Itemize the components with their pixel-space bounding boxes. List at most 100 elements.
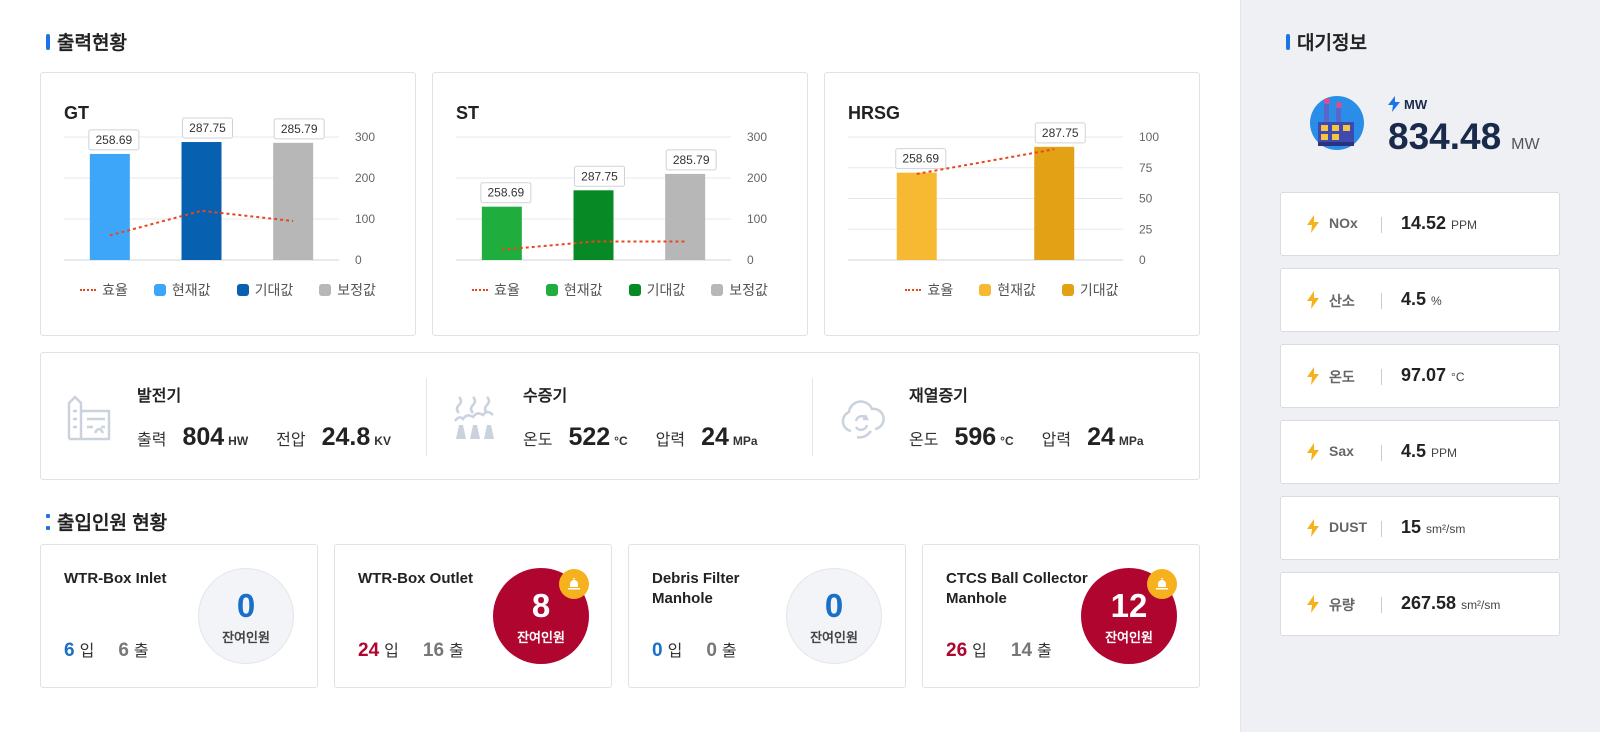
in-count: 26 (946, 640, 968, 661)
data-label: 285.79 (281, 122, 318, 136)
chart-card-gt: GT 0 100 200 300 258.69 287.75 285.79 효율 현재값 기대값… (40, 72, 416, 336)
remaining-circle: 0 잔여인원 (786, 568, 882, 664)
factory-icon (67, 395, 111, 441)
in-label: 입 (972, 643, 987, 660)
output-status-title: 출력현황 (46, 28, 127, 55)
legend-swatch (545, 284, 558, 296)
y-tick-label: 100 (1139, 130, 1159, 144)
out-count: 16 (422, 640, 445, 661)
location-name: WTR-Box Outlet (358, 570, 473, 587)
air-quality-label: 유량 (1329, 597, 1355, 613)
alarm-icon (1147, 569, 1177, 599)
value-number: 804 (182, 423, 225, 451)
value-label: 출력 (137, 432, 167, 449)
legend-label: 보정값 (729, 282, 768, 298)
data-label: 285.79 (673, 153, 710, 167)
legend-line-swatch (80, 289, 97, 291)
separator (1381, 217, 1382, 233)
legend-item: 보정값 (319, 280, 376, 300)
remaining-label: 잔여인원 (517, 629, 565, 645)
mw-label: MW (1388, 96, 1427, 112)
value-label: 온도 (523, 432, 553, 449)
separator (1381, 597, 1382, 613)
separator (1381, 445, 1382, 461)
in-out-counts: 26 입 14 출 (946, 637, 1076, 662)
in-count: 0 (652, 640, 663, 661)
legend-label: 기대값 (254, 282, 294, 298)
value-label: 압력 (655, 432, 686, 449)
remaining-circle: 0 잔여인원 (198, 568, 294, 664)
bolt-icon (1307, 367, 1319, 385)
bolt-icon (1307, 443, 1319, 461)
y-tick-label: 75 (1139, 161, 1153, 175)
out-label: 출 (449, 643, 464, 660)
legend-label: 현재값 (563, 282, 603, 298)
remaining-count: 0 (236, 586, 256, 624)
in-label: 입 (79, 643, 95, 660)
data-label: 287.75 (581, 169, 618, 183)
air-quality-unit: sm²/sm (1426, 522, 1466, 536)
air-quality-value: 4.5% (1401, 289, 1442, 310)
data-label: 287.75 (1042, 126, 1079, 140)
air-quality-unit: PPM (1431, 446, 1458, 460)
chart-legend: 효율 현재값 기대값 (825, 280, 1199, 300)
remaining-label: 잔여인원 (1105, 629, 1153, 645)
equipment-name: 재열증기 (909, 388, 968, 405)
legend-item: 기대값 (236, 280, 294, 300)
y-tick-label: 300 (747, 130, 767, 144)
personnel-card-ctcs-ball-collector[interactable]: CTCS Ball Collector Manhole 26 입 14 출 12… (922, 544, 1200, 688)
value-unit: MPa (732, 434, 758, 448)
data-label: 287.75 (189, 121, 226, 135)
value-unit: °C (614, 434, 628, 448)
out-count: 6 (118, 640, 129, 661)
air-quality-item: DUST 15 sm²/sm (1280, 496, 1560, 560)
air-quality-unit: PPM (1451, 218, 1478, 232)
location-name: WTR-Box Inlet (64, 570, 167, 587)
chart-card-st: ST 0 100 200 300 258.69 287.75 285.79 효율 현재값 기대값… (432, 72, 808, 336)
y-tick-label: 100 (747, 212, 767, 226)
chart-legend: 효율 현재값 기대값 보정값 (41, 280, 415, 300)
y-tick-label: 200 (355, 171, 375, 185)
air-quality-value: 15 sm²/sm (1401, 517, 1465, 538)
bar (1034, 146, 1075, 260)
y-tick-label: 0 (747, 253, 754, 267)
out-count: 0 (706, 640, 717, 661)
y-tick-label: 0 (355, 253, 362, 267)
title-marker (46, 33, 50, 50)
value-number: 24 (1087, 423, 1115, 451)
legend-swatch (979, 284, 992, 296)
legend-line-swatch (905, 289, 922, 291)
personnel-card-wtr-outlet[interactable]: WTR-Box Outlet 24 입 16 출 8 잔여인원 (334, 544, 612, 688)
legend-item: 현재값 (545, 280, 603, 300)
legend-item: 효율 (472, 280, 520, 300)
separator (1381, 521, 1382, 537)
bar (896, 172, 937, 260)
out-label: 출 (721, 643, 737, 660)
remaining-label: 잔여인원 (222, 629, 270, 645)
air-quality-number: 4.5 (1401, 441, 1427, 461)
cloud-cycle-icon (841, 400, 885, 439)
value-unit: HW (228, 434, 249, 448)
chart-legend: 효율 현재값 기대값 보정값 (433, 280, 807, 300)
legend-item: 기대값 (1061, 280, 1119, 300)
data-label: 258.69 (95, 133, 132, 147)
air-info-title: 대기정보 (1286, 28, 1367, 55)
value-number: 596 (954, 423, 997, 451)
remaining-label: 잔여인원 (810, 629, 858, 645)
personnel-card-debris-filter[interactable]: Debris Filter Manhole 0 입 0 출 0 잔여인원 (628, 544, 906, 688)
personnel-card-wtr-inlet[interactable]: WTR-Box Inlet 6 입 6 출 0 잔여인원 (40, 544, 318, 688)
value-unit: °C (1000, 434, 1014, 448)
air-quality-unit: °C (1451, 370, 1465, 384)
air-info-title-text: 대기정보 (1297, 33, 1367, 54)
bolt-icon (1307, 595, 1319, 613)
data-label: 258.69 (902, 152, 939, 166)
air-quality-item: 유량 267.58 sm²/sm (1280, 572, 1560, 636)
air-quality-number: 267.58 (1401, 593, 1457, 613)
legend-item: 효율 (80, 280, 128, 300)
air-quality-label: 온도 (1329, 369, 1355, 385)
air-quality-unit: % (1431, 294, 1442, 308)
mw-number: 834.48 (1388, 116, 1502, 157)
output-status-title-text: 출력현황 (57, 33, 127, 54)
access-status-title-text: 출입인원 현황 (57, 513, 168, 534)
remaining-count: 12 (1110, 586, 1148, 624)
